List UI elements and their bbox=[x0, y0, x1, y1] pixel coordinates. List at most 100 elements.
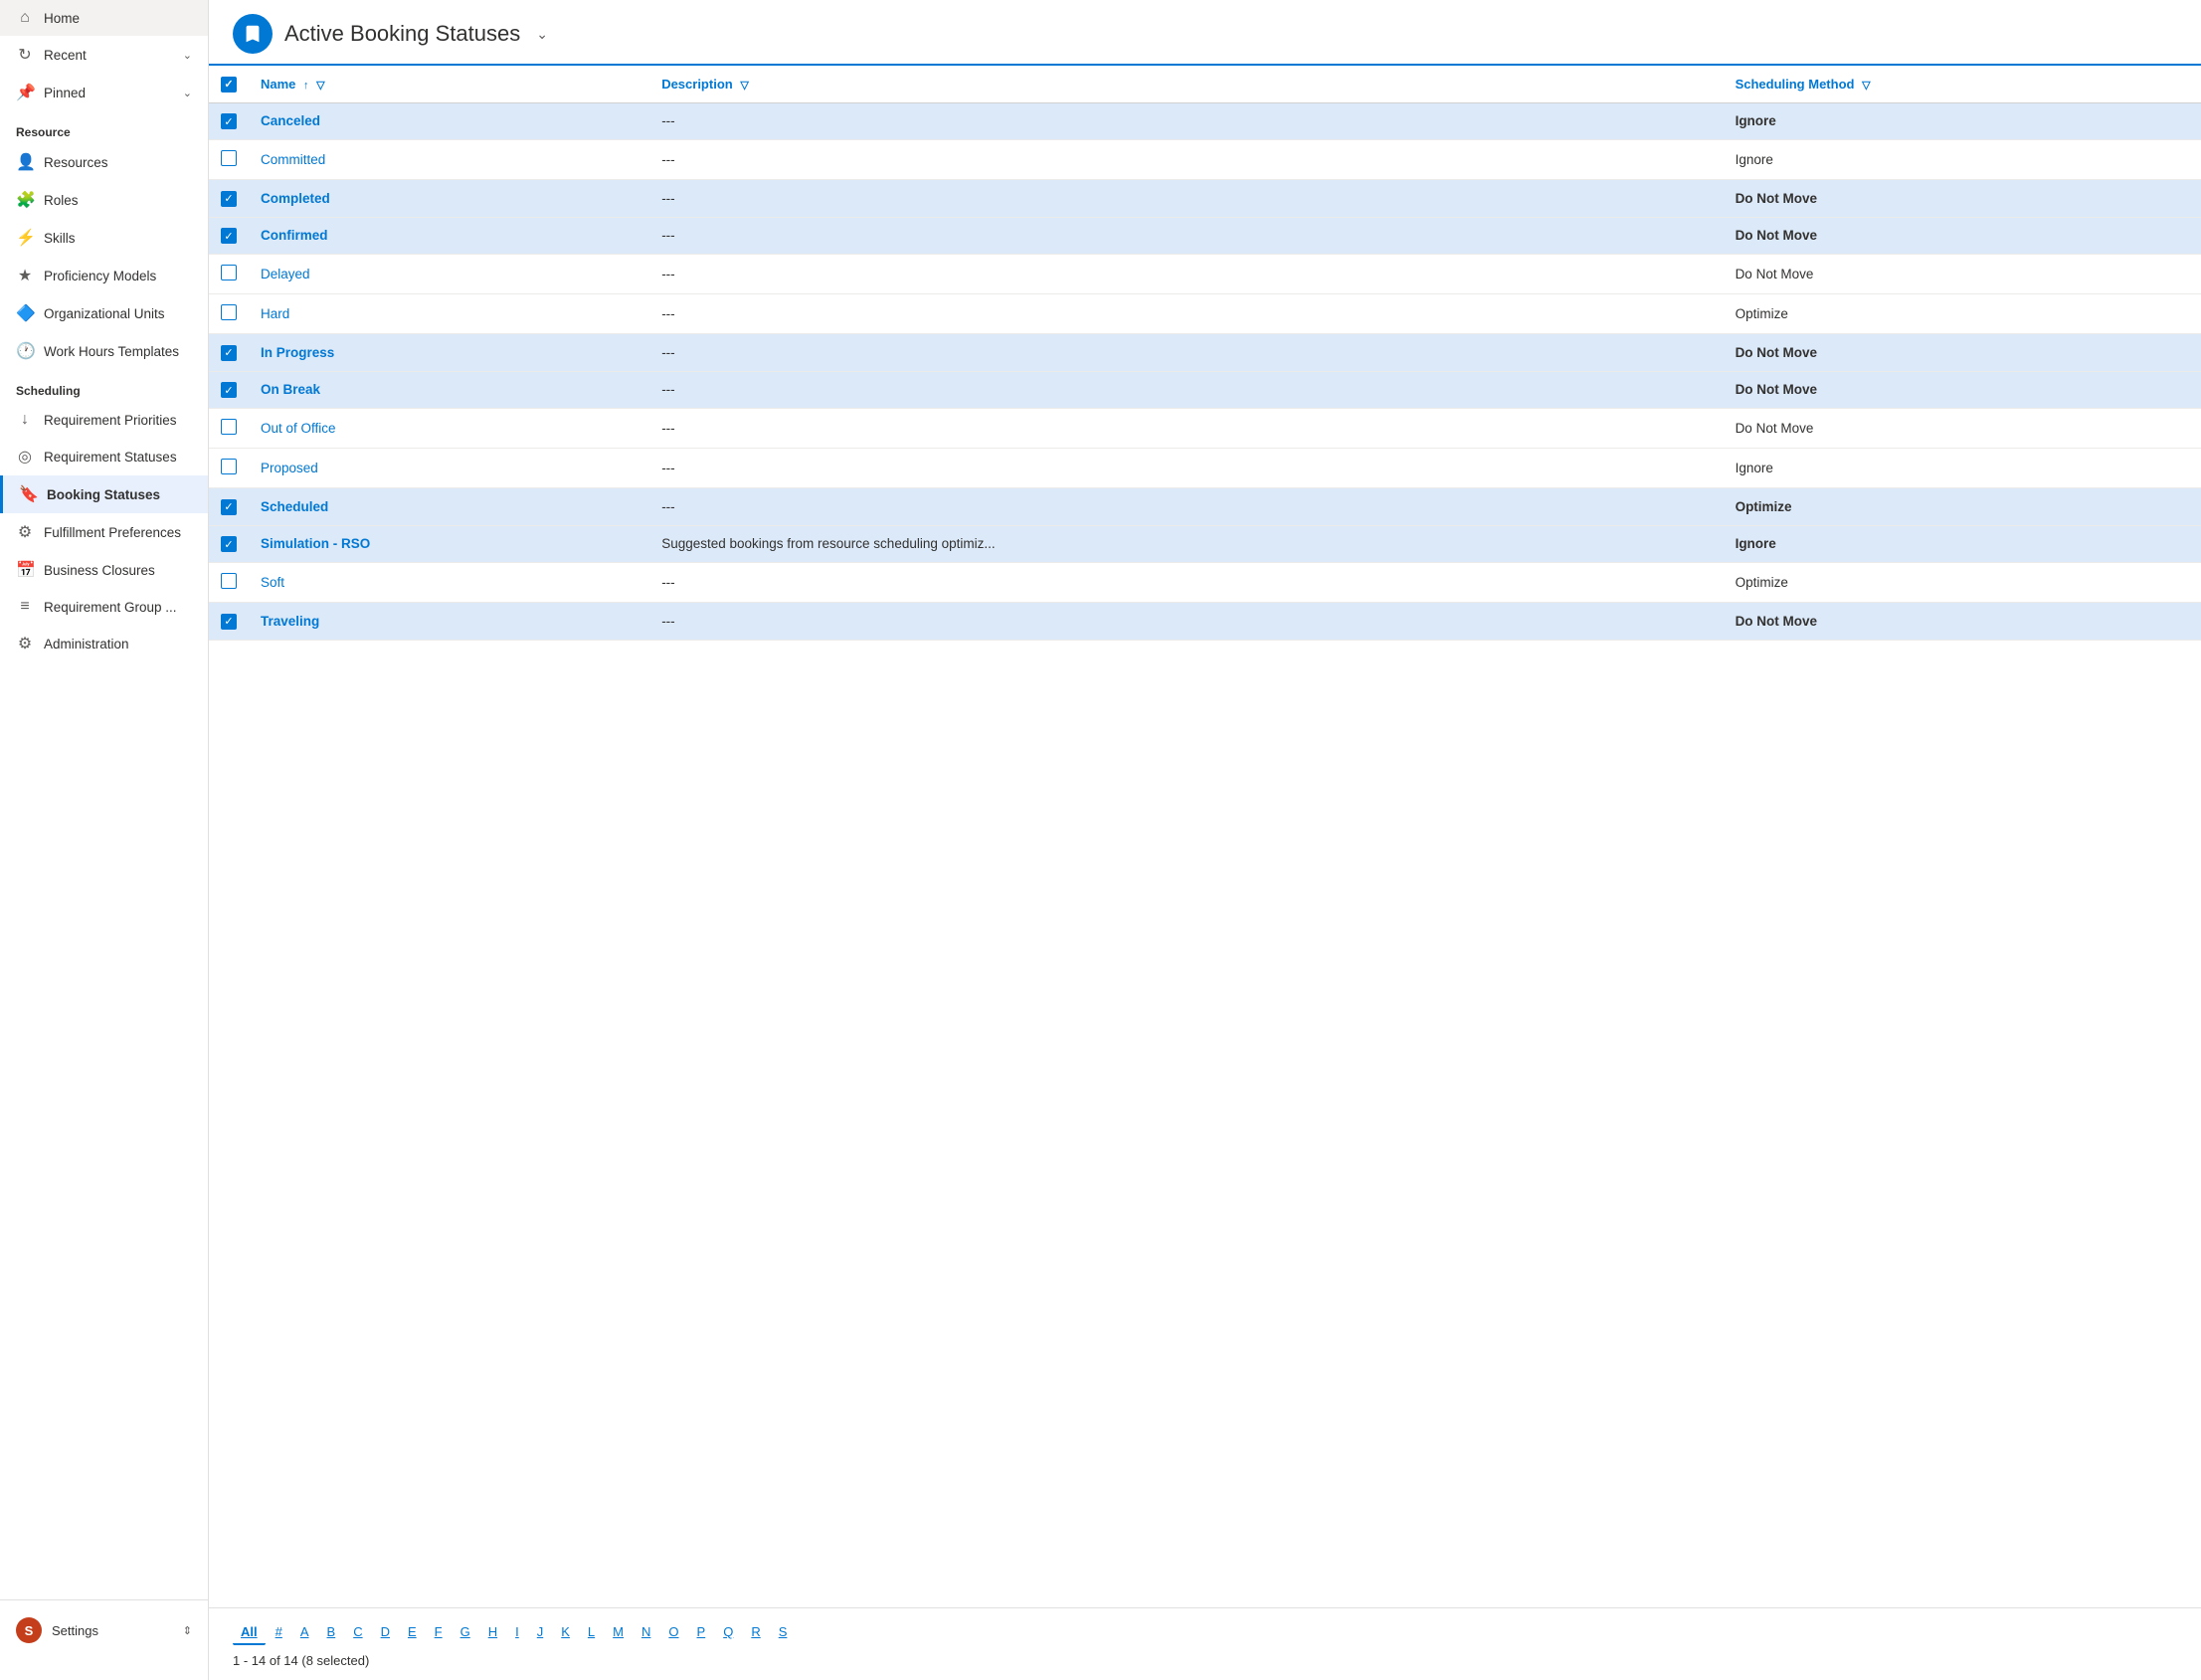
alpha-item-K[interactable]: K bbox=[553, 1620, 578, 1645]
sidebar-item-roles[interactable]: 🧩 Roles bbox=[0, 181, 208, 219]
row-checkbox-cell-2[interactable] bbox=[209, 140, 249, 180]
row-checkbox-cell-13[interactable] bbox=[209, 563, 249, 603]
row-checkbox-3[interactable] bbox=[221, 191, 237, 207]
scheduling-method-filter-icon[interactable]: ▽ bbox=[1862, 80, 1870, 92]
row-checkbox-14[interactable] bbox=[221, 614, 237, 630]
row-checkbox-12[interactable] bbox=[221, 536, 237, 552]
row-name-12[interactable]: Simulation - RSO bbox=[249, 525, 649, 563]
row-checkbox-11[interactable] bbox=[221, 499, 237, 515]
select-all-checkbox[interactable] bbox=[221, 77, 237, 93]
row-checkbox-10[interactable] bbox=[221, 459, 237, 474]
alpha-item-O[interactable]: O bbox=[660, 1620, 686, 1645]
row-checkbox-9[interactable] bbox=[221, 419, 237, 435]
alpha-item-B[interactable]: B bbox=[319, 1620, 344, 1645]
sidebar-item-home[interactable]: ⌂ Home bbox=[0, 0, 208, 36]
row-name-10[interactable]: Proposed bbox=[249, 449, 649, 488]
sidebar-item-requirement-priorities[interactable]: ↓ Requirement Priorities bbox=[0, 402, 208, 438]
alpha-item-S[interactable]: S bbox=[771, 1620, 796, 1645]
sidebar-item-proficiency-models[interactable]: ★ Proficiency Models bbox=[0, 257, 208, 294]
table-row[interactable]: On Break --- Do Not Move bbox=[209, 371, 2201, 409]
table-row[interactable]: Scheduled --- Optimize bbox=[209, 488, 2201, 526]
alpha-item-E[interactable]: E bbox=[400, 1620, 425, 1645]
sidebar-item-business-closures[interactable]: 📅 Business Closures bbox=[0, 551, 208, 589]
alpha-item-Q[interactable]: Q bbox=[715, 1620, 741, 1645]
alpha-item-F[interactable]: F bbox=[427, 1620, 451, 1645]
row-checkbox-cell-4[interactable] bbox=[209, 217, 249, 255]
header-checkbox-cell[interactable] bbox=[209, 66, 249, 102]
sidebar-item-administration[interactable]: ⚙ Administration bbox=[0, 625, 208, 662]
sidebar-item-requirement-statuses[interactable]: ◎ Requirement Statuses bbox=[0, 438, 208, 475]
sidebar-item-resources[interactable]: 👤 Resources bbox=[0, 143, 208, 181]
header-dropdown-icon[interactable]: ⌄ bbox=[536, 26, 548, 43]
sidebar-item-requirement-group[interactable]: ≡ Requirement Group ... bbox=[0, 589, 208, 625]
sidebar-item-booking-statuses[interactable]: 🔖 Booking Statuses bbox=[0, 475, 208, 513]
alpha-item-L[interactable]: L bbox=[580, 1620, 603, 1645]
table-row[interactable]: Completed --- Do Not Move bbox=[209, 180, 2201, 218]
sidebar-item-recent[interactable]: ↻ Recent ⌄ bbox=[0, 36, 208, 74]
row-checkbox-cell-12[interactable] bbox=[209, 525, 249, 563]
row-name-4[interactable]: Confirmed bbox=[249, 217, 649, 255]
row-name-9[interactable]: Out of Office bbox=[249, 409, 649, 449]
alpha-item-G[interactable]: G bbox=[453, 1620, 478, 1645]
alpha-item-C[interactable]: C bbox=[345, 1620, 370, 1645]
table-row[interactable]: Hard --- Optimize bbox=[209, 294, 2201, 334]
row-name-6[interactable]: Hard bbox=[249, 294, 649, 334]
table-row[interactable]: Delayed --- Do Not Move bbox=[209, 255, 2201, 294]
table-row[interactable]: Out of Office --- Do Not Move bbox=[209, 409, 2201, 449]
table-row[interactable]: Soft --- Optimize bbox=[209, 563, 2201, 603]
row-name-13[interactable]: Soft bbox=[249, 563, 649, 603]
row-checkbox-2[interactable] bbox=[221, 150, 237, 166]
sidebar-item-fulfillment-preferences[interactable]: ⚙ Fulfillment Preferences bbox=[0, 513, 208, 551]
alpha-item-#[interactable]: # bbox=[268, 1620, 290, 1645]
alpha-item-All[interactable]: All bbox=[233, 1620, 266, 1645]
row-checkbox-cell-11[interactable] bbox=[209, 488, 249, 526]
row-checkbox-7[interactable] bbox=[221, 345, 237, 361]
table-row[interactable]: Canceled --- Ignore bbox=[209, 102, 2201, 140]
row-checkbox-cell-8[interactable] bbox=[209, 371, 249, 409]
alpha-item-R[interactable]: R bbox=[743, 1620, 768, 1645]
alpha-item-D[interactable]: D bbox=[373, 1620, 398, 1645]
row-name-7[interactable]: In Progress bbox=[249, 334, 649, 372]
row-name-8[interactable]: On Break bbox=[249, 371, 649, 409]
row-name-3[interactable]: Completed bbox=[249, 180, 649, 218]
table-row[interactable]: Committed --- Ignore bbox=[209, 140, 2201, 180]
alpha-item-A[interactable]: A bbox=[292, 1620, 317, 1645]
row-checkbox-cell-1[interactable] bbox=[209, 102, 249, 140]
row-checkbox-cell-7[interactable] bbox=[209, 334, 249, 372]
table-row[interactable]: Simulation - RSO Suggested bookings from… bbox=[209, 525, 2201, 563]
row-name-1[interactable]: Canceled bbox=[249, 102, 649, 140]
sidebar-item-work-hours-templates[interactable]: 🕐 Work Hours Templates bbox=[0, 332, 208, 370]
name-filter-icon[interactable]: ▽ bbox=[316, 80, 324, 92]
row-checkbox-cell-5[interactable] bbox=[209, 255, 249, 294]
row-checkbox-4[interactable] bbox=[221, 228, 237, 244]
alpha-item-M[interactable]: M bbox=[605, 1620, 632, 1645]
row-checkbox-cell-6[interactable] bbox=[209, 294, 249, 334]
row-checkbox-13[interactable] bbox=[221, 573, 237, 589]
row-checkbox-cell-3[interactable] bbox=[209, 180, 249, 218]
table-row[interactable]: Traveling --- Do Not Move bbox=[209, 603, 2201, 641]
table-row[interactable]: In Progress --- Do Not Move bbox=[209, 334, 2201, 372]
row-checkbox-6[interactable] bbox=[221, 304, 237, 320]
row-name-2[interactable]: Committed bbox=[249, 140, 649, 180]
row-checkbox-cell-9[interactable] bbox=[209, 409, 249, 449]
row-name-14[interactable]: Traveling bbox=[249, 603, 649, 641]
row-checkbox-cell-14[interactable] bbox=[209, 603, 249, 641]
table-row[interactable]: Confirmed --- Do Not Move bbox=[209, 217, 2201, 255]
row-name-11[interactable]: Scheduled bbox=[249, 488, 649, 526]
settings-nav-item[interactable]: S Settings ⇕ bbox=[0, 1608, 208, 1652]
alpha-item-P[interactable]: P bbox=[689, 1620, 714, 1645]
row-checkbox-1[interactable] bbox=[221, 113, 237, 129]
alpha-item-J[interactable]: J bbox=[529, 1620, 552, 1645]
table-row[interactable]: Proposed --- Ignore bbox=[209, 449, 2201, 488]
row-checkbox-5[interactable] bbox=[221, 265, 237, 280]
description-filter-icon[interactable]: ▽ bbox=[740, 80, 748, 92]
alpha-item-H[interactable]: H bbox=[480, 1620, 505, 1645]
sidebar-item-organizational-units[interactable]: 🔷 Organizational Units bbox=[0, 294, 208, 332]
sidebar-item-pinned[interactable]: 📌 Pinned ⌄ bbox=[0, 74, 208, 111]
sidebar-item-skills[interactable]: ⚡ Skills bbox=[0, 219, 208, 257]
name-sort-icons[interactable]: ↑ bbox=[303, 80, 309, 92]
alpha-item-I[interactable]: I bbox=[507, 1620, 527, 1645]
row-checkbox-cell-10[interactable] bbox=[209, 449, 249, 488]
row-checkbox-8[interactable] bbox=[221, 382, 237, 398]
alpha-item-N[interactable]: N bbox=[634, 1620, 658, 1645]
